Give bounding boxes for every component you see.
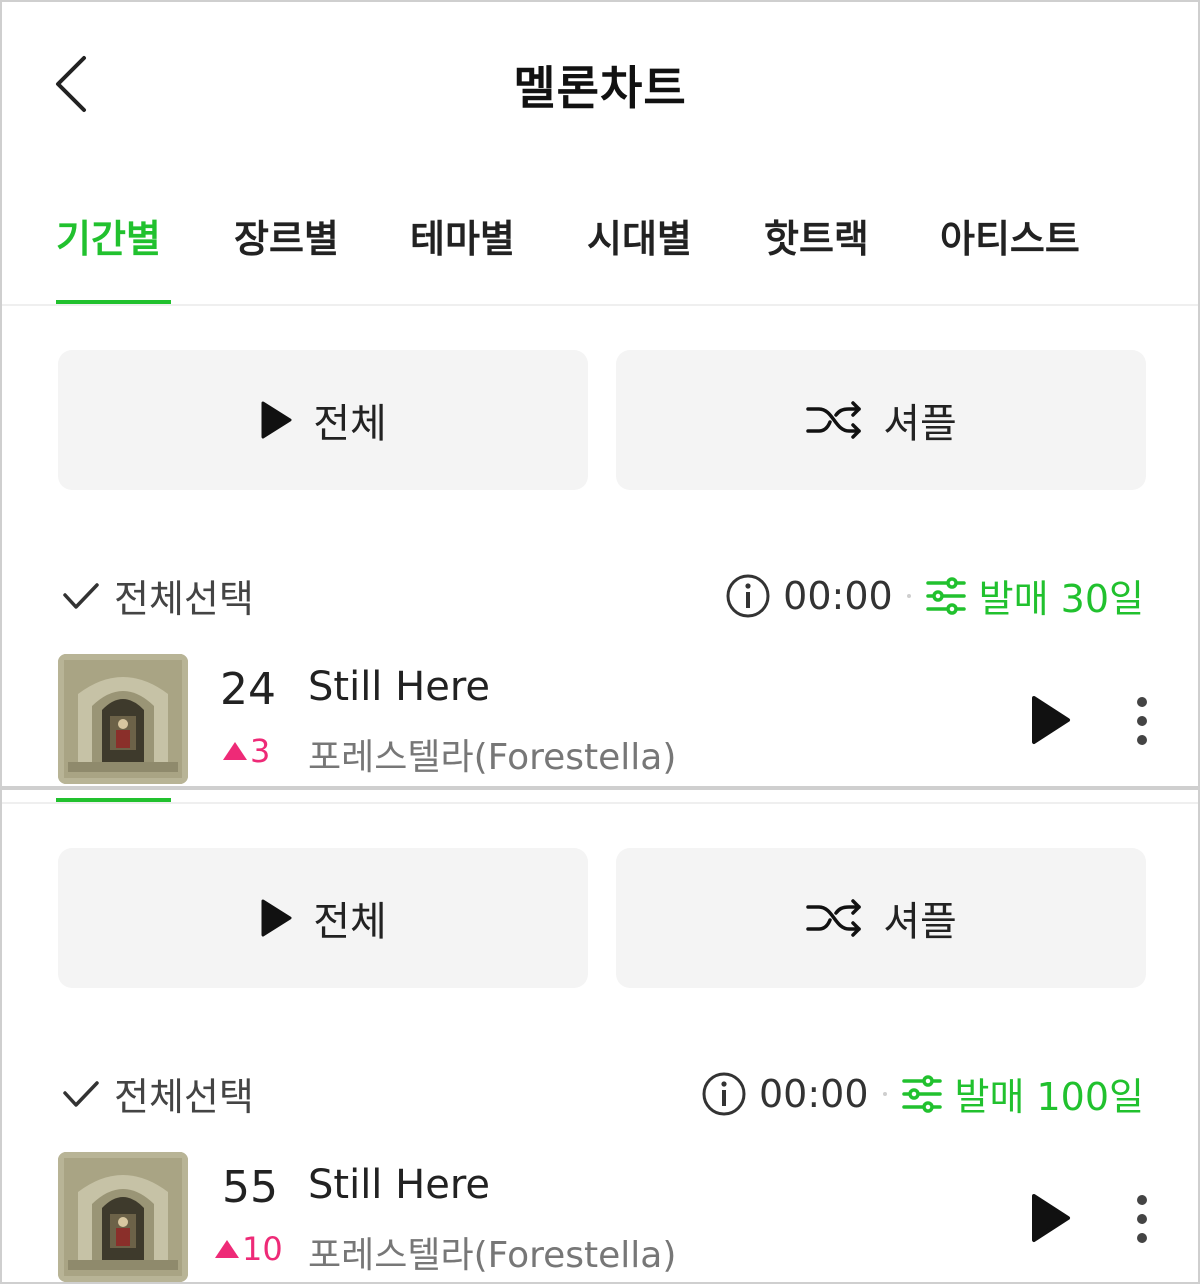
play-all-button[interactable]: 전체: [58, 350, 588, 490]
chart-rank: 24: [220, 664, 276, 715]
info-icon[interactable]: [725, 573, 771, 619]
song-title[interactable]: Still Here: [308, 1162, 490, 1208]
shuffle-button[interactable]: 셔플: [616, 350, 1146, 490]
song-title[interactable]: Still Here: [308, 664, 490, 710]
chart-meta: 00:00 발매 30일: [725, 568, 1144, 623]
tab-era[interactable]: 시대별: [587, 208, 692, 263]
song-play-icon[interactable]: [1026, 1192, 1074, 1244]
tab-divider: [2, 802, 1198, 804]
filter-sliders-icon: [901, 1074, 942, 1113]
rank-up-icon: [223, 742, 247, 760]
play-all-label: 전체: [313, 899, 387, 945]
shuffle-label: 셔플: [883, 401, 957, 447]
rank-change: 10: [214, 1230, 283, 1268]
filter-sliders-icon: [925, 576, 966, 615]
song-play-icon[interactable]: [1026, 694, 1074, 746]
play-all-button[interactable]: 전체: [58, 848, 588, 988]
more-options-icon[interactable]: [1132, 1194, 1152, 1246]
more-options-icon[interactable]: [1132, 696, 1152, 748]
chart-meta: 00:00 발매 100일: [701, 1066, 1144, 1121]
check-icon: [63, 1080, 99, 1107]
shuffle-label: 셔플: [883, 899, 957, 945]
shuffle-icon: [806, 899, 861, 937]
select-all-label: 전체선택: [114, 577, 254, 621]
update-time: 00:00: [783, 573, 893, 618]
chart-rank: 55: [222, 1162, 278, 1213]
chart-screen-top: 멜론차트 기간별 장르별 테마별 시대별 핫트랙 아티스트 전체 셔플 전체선택: [2, 2, 1198, 786]
release-filter-label: 발매 30일: [978, 577, 1144, 621]
play-icon: [261, 899, 292, 937]
release-filter[interactable]: 발매 30일: [925, 568, 1144, 623]
chart-screen-bottom: 전체 셔플 전체선택 00:00 발매 100일 55 10 Still Her…: [2, 790, 1198, 1282]
tab-divider: [2, 304, 1198, 306]
select-all-toggle[interactable]: 전체선택: [62, 1066, 254, 1121]
artist-name[interactable]: 포레스텔라(Forestella): [308, 1226, 676, 1278]
song-row[interactable]: 24 3 Still Here 포레스텔라(Forestella): [2, 654, 1198, 786]
song-row[interactable]: 55 10 Still Here 포레스텔라(Forestella): [2, 1152, 1198, 1282]
artist-name[interactable]: 포레스텔라(Forestella): [308, 728, 676, 780]
info-icon[interactable]: [701, 1071, 747, 1117]
tab-theme[interactable]: 테마별: [410, 208, 515, 263]
select-all-label: 전체선택: [114, 1075, 254, 1119]
update-time: 00:00: [758, 1071, 869, 1116]
tab-artist[interactable]: 아티스트: [940, 208, 1080, 263]
shuffle-icon: [806, 401, 861, 439]
release-filter[interactable]: 발매 100일: [901, 1066, 1145, 1121]
album-cover[interactable]: [58, 1152, 188, 1282]
select-all-toggle[interactable]: 전체선택: [62, 568, 254, 623]
tab-hottrack[interactable]: 핫트랙: [764, 208, 869, 263]
check-icon: [63, 582, 99, 609]
shuffle-button[interactable]: 셔플: [616, 848, 1146, 988]
release-filter-label: 발매 100일: [954, 1075, 1145, 1119]
rank-change-value: 10: [242, 1230, 283, 1268]
tab-genre[interactable]: 장르별: [234, 208, 339, 263]
play-all-label: 전체: [313, 401, 387, 447]
rank-up-icon: [215, 1240, 239, 1258]
rank-change: 3: [222, 732, 270, 770]
play-icon: [261, 401, 292, 439]
page-title: 멜론차트: [513, 61, 687, 115]
album-cover[interactable]: [58, 654, 188, 784]
tab-period[interactable]: 기간별: [56, 208, 161, 263]
separator-dot: [882, 1091, 887, 1096]
rank-change-value: 3: [250, 732, 271, 770]
separator-dot: [906, 593, 911, 598]
